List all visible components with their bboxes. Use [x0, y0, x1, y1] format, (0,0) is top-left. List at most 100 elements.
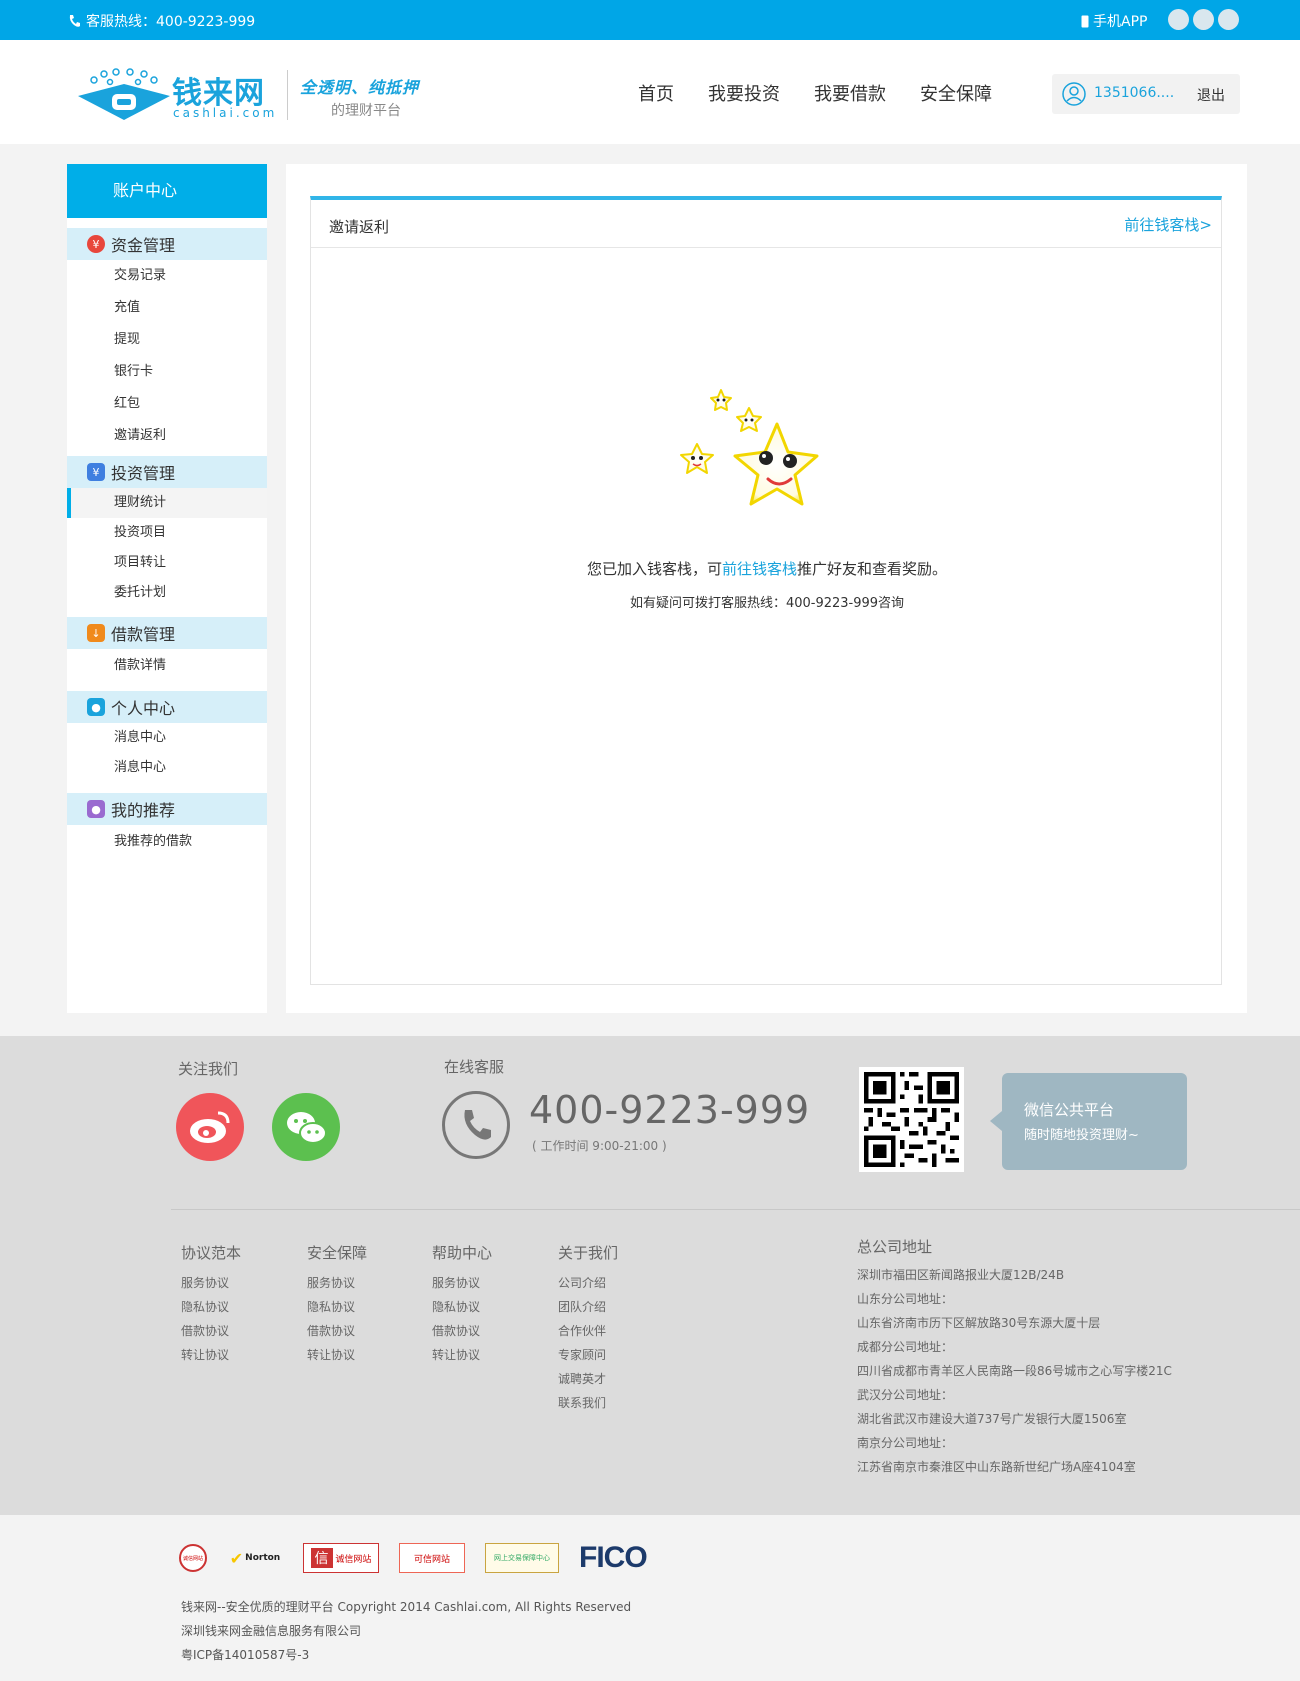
slogan-line-1: 全透明、纯抵押	[300, 78, 420, 97]
badge-label: 诚信网站	[182, 1555, 203, 1562]
footer-col-agreements: 协议范本 服务协议 隐私协议 借款协议 转让协议	[181, 1242, 241, 1367]
sidebar-group-title[interactable]: ¥ 投资管理	[67, 456, 267, 488]
sidebar-group-title[interactable]: ● 个人中心	[67, 691, 267, 723]
footer-link[interactable]: 借款协议	[432, 1319, 492, 1343]
service-phone-number: 400-9223-999	[529, 1088, 811, 1132]
footer-link[interactable]: 借款协议	[181, 1319, 241, 1343]
fico-logo-icon[interactable]: FICO	[579, 1541, 648, 1575]
sidebar-item-transactions[interactable]: 交易记录	[67, 260, 267, 292]
weibo-icon[interactable]	[1193, 9, 1214, 30]
credit-site-badge-icon[interactable]: 信 诚信网站	[303, 1543, 379, 1573]
icp-number[interactable]: 粤ICP备14010587号-3	[181, 1646, 309, 1663]
trusted-site-badge-icon[interactable]: 可信网站	[399, 1543, 465, 1573]
wechat-icon[interactable]	[1168, 9, 1189, 30]
footer-link[interactable]: 借款协议	[307, 1319, 367, 1343]
trust-badges: 诚信网站 ✔ Norton 信 诚信网站 可信网站 网上交易保障中心 FICO	[179, 1541, 648, 1575]
sidebar-item-recommended-loans[interactable]: 我推荐的借款	[67, 825, 267, 859]
sidebar-item-red-packet[interactable]: 红包	[67, 388, 267, 420]
online-trade-badge-icon[interactable]: 网上交易保障中心	[485, 1543, 559, 1573]
sidebar-group-title[interactable]: ↓ 借款管理	[67, 617, 267, 649]
go-qiankezhan-link[interactable]: 前往钱客栈>	[1124, 214, 1212, 235]
weibo-icon[interactable]	[176, 1093, 244, 1161]
sidebar-item-messages[interactable]: 消息中心	[67, 753, 267, 783]
badge-label: Norton	[245, 1553, 281, 1563]
wechat-platform-title: 微信公共平台	[1024, 1101, 1115, 1119]
footer-link[interactable]: 转让协议	[307, 1343, 367, 1367]
footer-col-title: 协议范本	[181, 1244, 242, 1262]
sidebar-title: 账户中心	[67, 164, 267, 218]
user-icon: ●	[87, 698, 105, 716]
sidebar-item-bank-card[interactable]: 银行卡	[67, 356, 267, 388]
footer-link[interactable]: 诚聘英才	[558, 1367, 618, 1391]
footer-link[interactable]: 转让协议	[181, 1343, 241, 1367]
mobile-app-label: 手机APP	[1093, 14, 1148, 30]
logo-subtext: cashlai.com	[173, 106, 278, 120]
footer-link[interactable]: 服务协议	[181, 1271, 241, 1295]
group-label: 个人中心	[111, 699, 176, 718]
hotline-text: 客服热线：400-9223-999	[86, 14, 256, 30]
address-line: 山东分公司地址：	[857, 1292, 954, 1306]
nav-security[interactable]: 安全保障	[920, 80, 992, 106]
address-line: 成都分公司地址：	[857, 1340, 954, 1354]
group-label: 借款管理	[111, 625, 176, 644]
footer: 关注我们 在线客服 400-9223-999 ( 工作时间 9:00-21:00…	[0, 1036, 1300, 1515]
online-service-title: 在线客服	[444, 1058, 505, 1076]
sidebar-item-invite-rebate[interactable]: 邀请返利	[67, 420, 267, 452]
footer-link[interactable]: 隐私协议	[307, 1295, 367, 1319]
nav-invest[interactable]: 我要投资	[708, 80, 780, 106]
footer-link[interactable]: 合作伙伴	[558, 1319, 618, 1343]
footer-link[interactable]: 公司介绍	[558, 1271, 618, 1295]
sidebar-group-funds: ¥ 资金管理 交易记录 充值 提现 银行卡 红包 邀请返利	[67, 228, 267, 452]
nav-home[interactable]: 首页	[638, 80, 674, 106]
nav-borrow[interactable]: 我要借款	[814, 80, 886, 106]
sidebar-item-entrust-plan[interactable]: 委托计划	[67, 578, 267, 608]
wechat-icon[interactable]	[272, 1093, 340, 1161]
sidebar-group-title[interactable]: ¥ 资金管理	[67, 228, 267, 260]
mobile-icon	[1081, 15, 1089, 27]
trust-seal-icon[interactable]: 诚信网站	[179, 1544, 207, 1572]
footer-link[interactable]: 专家顾问	[558, 1343, 618, 1367]
group-icon: ●	[87, 800, 105, 818]
footer-link[interactable]: 联系我们	[558, 1391, 618, 1415]
footer-link[interactable]: 隐私协议	[181, 1295, 241, 1319]
norton-badge-icon[interactable]: ✔ Norton	[227, 1543, 283, 1573]
other-icon[interactable]	[1218, 9, 1239, 30]
sidebar-item-withdraw[interactable]: 提现	[67, 324, 267, 356]
footer-col-security: 安全保障 服务协议 隐私协议 借款协议 转让协议	[307, 1242, 367, 1367]
logo-divider	[287, 70, 288, 120]
wechat-platform-bubble: 微信公共平台 随时随地投资理财~	[990, 1073, 1187, 1170]
sidebar-item-loan-details[interactable]: 借款详情	[67, 649, 267, 683]
sidebar-item-finance-stats[interactable]: 理财统计	[67, 488, 267, 518]
footer-link[interactable]: 服务协议	[307, 1271, 367, 1295]
bottom-bar: 诚信网站 ✔ Norton 信 诚信网站 可信网站 网上交易保障中心 FICO 钱…	[0, 1515, 1300, 1681]
sidebar-group-title[interactable]: ● 我的推荐	[67, 793, 267, 825]
sidebar-item-invest-projects[interactable]: 投资项目	[67, 518, 267, 548]
badge-label: 诚信网站	[335, 1554, 372, 1565]
message-text: 推广好友和查看奖励。	[797, 560, 948, 578]
badge-label: 可信网站	[413, 1554, 450, 1565]
footer-col-title: 帮助中心	[432, 1244, 493, 1262]
top-bar: 客服热线：400-9223-999 手机APP	[0, 0, 1300, 40]
logo-icon[interactable]	[74, 64, 174, 124]
go-qiankezhan-inline-link[interactable]: 前往钱客栈	[722, 560, 797, 578]
copyright-text: 钱来网--安全优质的理财平台 Copyright 2014 Cashlai.co…	[181, 1600, 632, 1614]
address-line: 南京分公司地址：	[857, 1436, 954, 1450]
sidebar-item-project-transfer[interactable]: 项目转让	[67, 548, 267, 578]
mobile-app-link[interactable]: 手机APP	[1081, 11, 1147, 31]
social-icons	[1168, 9, 1239, 30]
footer-link[interactable]: 转让协议	[432, 1343, 492, 1367]
footer-col-title: 安全保障	[307, 1244, 368, 1262]
sidebar-group-invest: ¥ 投资管理 理财统计 投资项目 项目转让 委托计划	[67, 456, 267, 608]
sidebar-item-recharge[interactable]: 充值	[67, 292, 267, 324]
address-line: 武汉分公司地址：	[857, 1388, 954, 1402]
sidebar-item-messages[interactable]: 消息中心	[67, 723, 267, 753]
logout-button[interactable]: 退出	[1197, 85, 1225, 105]
sidebar-group-referrals: ● 我的推荐 我推荐的借款	[67, 793, 267, 859]
main-nav: 首页 我要投资 我要借款 安全保障	[638, 80, 1026, 106]
footer-link[interactable]: 团队介绍	[558, 1295, 618, 1319]
footer-link[interactable]: 服务协议	[432, 1271, 492, 1295]
wechat-platform-subtitle: 随时随地投资理财~	[1024, 1128, 1139, 1143]
footer-link[interactable]: 隐私协议	[432, 1295, 492, 1319]
username-link[interactable]: 1351066....	[1094, 85, 1174, 101]
footer-col-title: 关于我们	[558, 1244, 619, 1262]
